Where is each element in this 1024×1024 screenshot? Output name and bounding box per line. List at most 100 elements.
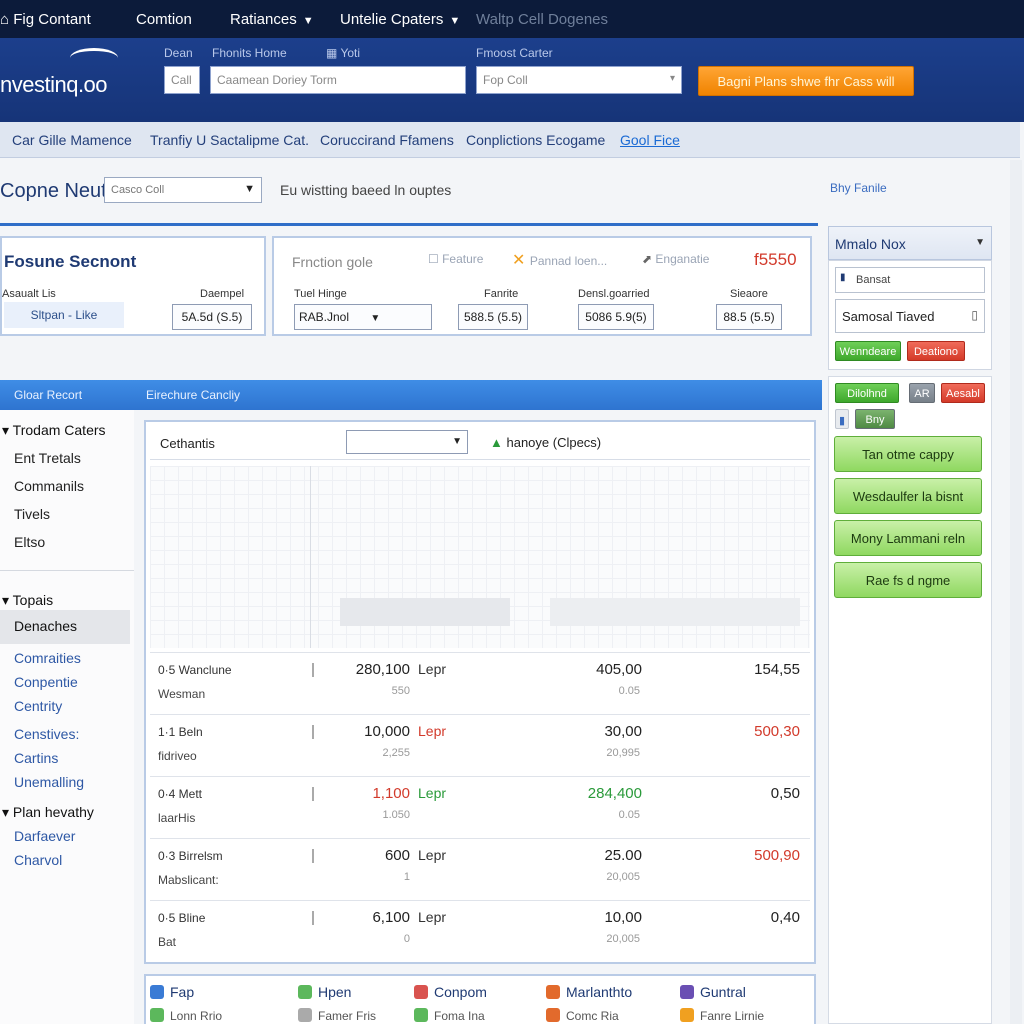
nav-item-3[interactable]: Coruccirand Ffamens (320, 132, 454, 148)
shortcut-row2-2[interactable]: Foma Ina (414, 1008, 485, 1023)
expand-triangle-icon: ▾ (2, 592, 13, 608)
sidebar-mini-input[interactable]: ▮ Bansat (835, 267, 985, 293)
section-bar-center[interactable]: Eirechure Cancliy (146, 388, 240, 402)
row-unit: Lepr (418, 785, 447, 801)
bar-chart-icon[interactable]: ▮ (835, 409, 849, 429)
row-price: 10,00 (604, 909, 642, 926)
box-icon (546, 1008, 560, 1022)
row-name: 0·3 Birrelsm (158, 849, 223, 863)
action-button-3[interactable]: Mony Lammani reln (834, 520, 982, 556)
action-button-4[interactable]: Rae fs d ngme (834, 562, 982, 598)
table-row[interactable]: 1·1 Beln fidriveo 10,000 Lepr 2,255 30,00 20,9… (150, 714, 810, 776)
group2-item-5[interactable]: Cartins (14, 750, 58, 766)
summary-title: Fosune Secnont (4, 252, 137, 271)
caret-down-icon: ▼ (452, 436, 462, 447)
section-bar: Gloar Recort Eirechure Cancliy (0, 380, 822, 410)
scrollbar[interactable] (1010, 160, 1022, 1024)
group3-item-2[interactable]: Charvol (14, 852, 62, 868)
nav-item-1[interactable]: Car Gille Mamence (12, 132, 132, 148)
summary-label: Asaualt Lis (2, 288, 56, 300)
shortcut-row1-1[interactable]: Hpen (298, 984, 351, 1000)
topbar-menu-4[interactable]: Untelie Cpaters ▼ (340, 11, 460, 28)
table-row[interactable]: 0·4 Mett laarHis 1,100 Lepr 1.050 284,400 0.05… (150, 776, 810, 838)
header-select[interactable]: Fop Coll ▾ (476, 66, 682, 94)
shortcut-row1-4[interactable]: Guntral (680, 984, 746, 1000)
group2-header[interactable]: ▾ Topais (2, 592, 53, 609)
tag-gray-button[interactable]: AR (909, 383, 935, 403)
right-link[interactable]: Bhy Fanile (830, 181, 887, 195)
cta-button[interactable]: Bagni Plans shwe fhr Cass will (698, 66, 914, 96)
table-row[interactable]: 0·5 Wanclune Wesman 280,100 Lepr 550 405,00 0.… (150, 652, 810, 714)
tag-small-button[interactable]: Bny (855, 409, 895, 429)
table-row[interactable]: 0·3 Birrelsm Mabslicant: 600 Lepr 1 25.00 20,0… (150, 838, 810, 900)
shortcut-row1-2[interactable]: Conpom (414, 984, 487, 1000)
summary-chip[interactable]: Sltpan - Like (4, 302, 124, 328)
row-volume-sub: 550 (391, 685, 410, 697)
row-price-sub: 0.05 (618, 809, 640, 821)
sidebar-dropdown[interactable]: Mmalo Nox ▼ (828, 226, 992, 260)
group1-header[interactable]: ▾ Trodam Caters (2, 422, 106, 439)
caret-down-icon: ▼ (370, 313, 381, 324)
shortcut-row1-0[interactable]: Fap (150, 984, 194, 1000)
shortcut-row2-3[interactable]: Comc Ria (546, 1008, 619, 1023)
sidebar-green-button[interactable]: Wenndeare (835, 341, 901, 361)
topbar-item-5[interactable]: Waltp Cell Dogenes (476, 11, 608, 28)
value-box-1: 588.5 (5.5) (458, 304, 528, 330)
filter-note: ▲ hanoye (Clpecs) (490, 435, 601, 450)
nav-item-active[interactable]: Gool Fice (620, 132, 680, 148)
group2-item-4[interactable]: Censtives: (14, 726, 79, 742)
shortcut-label: Fap (170, 984, 195, 1000)
panel-tool-label: Pannad loen... (529, 254, 608, 268)
sidebar-main-field[interactable]: Samosal Tiaved ▯ (835, 299, 985, 333)
group2-item-2[interactable]: Conpentie (14, 674, 78, 690)
action-button-1[interactable]: Tan otme cappy (834, 436, 982, 472)
row-separator (312, 849, 314, 863)
row-volume: 10,000 (364, 723, 410, 740)
site-logo[interactable]: nvestinq.oo (0, 72, 108, 98)
topbar-menu-3[interactable]: Ratiances ▼ (230, 11, 314, 28)
panel-tool[interactable]: ✕ Pannad loen... (512, 250, 607, 270)
group2-item-1[interactable]: Comraities (14, 650, 81, 666)
topbar-home-link[interactable]: ⌂ Fig Contant (0, 11, 91, 28)
group3-header[interactable]: ▾ Plan hevathy (2, 804, 94, 821)
topbar-item-2[interactable]: Comtion (136, 11, 192, 28)
action-button-2[interactable]: Wesdaulfer la bisnt (834, 478, 982, 514)
col-select[interactable]: RAB.Jnol ▼ (294, 304, 432, 330)
group2-selected-item[interactable]: Denaches (14, 618, 77, 634)
engine-tool[interactable]: ⬈ Enganatie (642, 252, 709, 266)
group3-item-1[interactable]: Darfaever (14, 828, 75, 844)
shortcut-row2-1[interactable]: Famer Fris (298, 1008, 376, 1023)
shortcut-row2-4[interactable]: Fanre Lirnie (680, 1008, 764, 1023)
section-bar-left[interactable]: Gloar Recort (14, 388, 82, 402)
table-row[interactable]: 0·5 Bline Bat 6,100 Lepr 0 10,00 20,005 0,40 (150, 900, 810, 962)
title-select[interactable]: Casco Coll ▼ (104, 177, 262, 203)
row-volume-sub: 0 (403, 933, 410, 945)
tag-green-button[interactable]: Dilolhnd (835, 383, 899, 403)
row-subtitle: Mabslicant: (158, 873, 219, 887)
row-unit: Lepr (418, 723, 447, 739)
row-volume-sub: 2,255 (382, 747, 410, 759)
row-unit: Lepr (418, 847, 447, 863)
feature-tool[interactable]: ☐ Feature (428, 252, 483, 266)
group1-item-4[interactable]: Eltso (14, 534, 45, 550)
group1-item-2[interactable]: Commanils (14, 478, 84, 494)
filter-note-text: hanoye (Clpecs) (506, 435, 602, 450)
col-label-2: Fanrite (484, 288, 519, 300)
group2-item-6[interactable]: Unemalling (14, 774, 84, 790)
group1-item-1[interactable]: Ent Tretals (14, 450, 81, 466)
shortcut-row1-3[interactable]: Marlanthto (546, 984, 632, 1000)
small-input[interactable]: Call (164, 66, 200, 94)
phone-icon: ▯ (971, 308, 978, 322)
filter-select[interactable]: ▼ (346, 430, 468, 454)
nav-item-4[interactable]: Conplictions Ecogame (466, 132, 605, 148)
shortcut-label: Conpom (434, 984, 487, 1000)
search-input[interactable]: Caamean Doriey Torm (210, 66, 466, 94)
row-name: 0·5 Bline (158, 911, 206, 925)
tag-red-button[interactable]: Aesabl (941, 383, 985, 403)
topbar-label-1: Fig Contant (13, 11, 91, 28)
nav-item-2[interactable]: Tranfiy U Sactalipme Cat. (150, 132, 309, 148)
shortcut-row2-0[interactable]: Lonn Rrio (150, 1008, 222, 1023)
sidebar-red-button[interactable]: Deationo (907, 341, 965, 361)
group1-item-3[interactable]: Tivels (14, 506, 50, 522)
group2-item-3[interactable]: Centrity (14, 698, 62, 714)
